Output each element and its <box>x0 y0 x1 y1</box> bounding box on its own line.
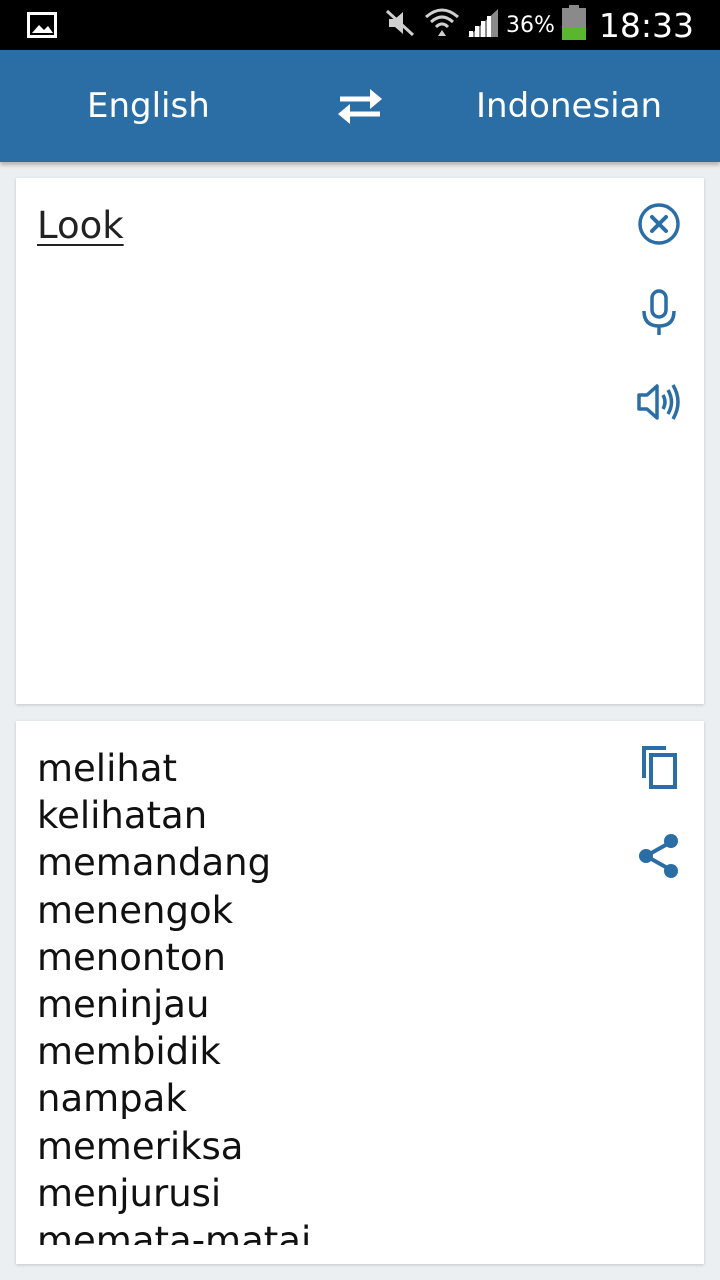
translation-result-item[interactable]: memeriksa <box>37 1123 617 1170</box>
translation-result-item[interactable]: kelihatan <box>37 792 617 839</box>
input-card: Look <box>16 178 704 704</box>
translation-result-item[interactable]: memata-matai <box>37 1217 617 1245</box>
status-bar: 36% 18:33 <box>0 0 720 50</box>
share-icon[interactable] <box>635 832 683 880</box>
translation-result-item[interactable]: menonton <box>37 934 617 981</box>
swap-icon[interactable] <box>334 86 386 126</box>
translation-result-item[interactable]: menengok <box>37 887 617 934</box>
translation-result-item[interactable]: melihat <box>37 745 617 792</box>
microphone-icon[interactable] <box>635 289 683 337</box>
output-card: melihat kelihatan memandang menengok menonto… <box>16 721 704 1264</box>
battery-icon <box>561 4 587 46</box>
gallery-icon <box>27 12 57 38</box>
speaker-icon[interactable] <box>635 378 683 426</box>
target-language-button[interactable]: Indonesian <box>476 50 662 162</box>
translation-result-item[interactable]: menjurusi <box>37 1170 617 1217</box>
wifi-icon <box>424 6 460 45</box>
clear-icon[interactable] <box>635 200 683 248</box>
translation-result-item[interactable]: nampak <box>37 1075 617 1122</box>
copy-icon[interactable] <box>635 743 683 791</box>
input-text-field[interactable]: Look <box>37 204 124 247</box>
language-toolbar: English Indonesian <box>0 50 720 162</box>
translation-result-item[interactable]: memandang <box>37 839 617 886</box>
clock: 18:33 <box>598 5 694 45</box>
signal-icon <box>466 7 500 44</box>
translation-results-list: melihat kelihatan memandang menengok menonto… <box>37 745 617 1245</box>
battery-percentage: 36% <box>505 12 555 38</box>
mute-icon <box>384 8 418 43</box>
source-language-button[interactable]: English <box>87 50 210 162</box>
translation-result-item[interactable]: membidik <box>37 1028 617 1075</box>
translation-result-item[interactable]: meninjau <box>37 981 617 1028</box>
